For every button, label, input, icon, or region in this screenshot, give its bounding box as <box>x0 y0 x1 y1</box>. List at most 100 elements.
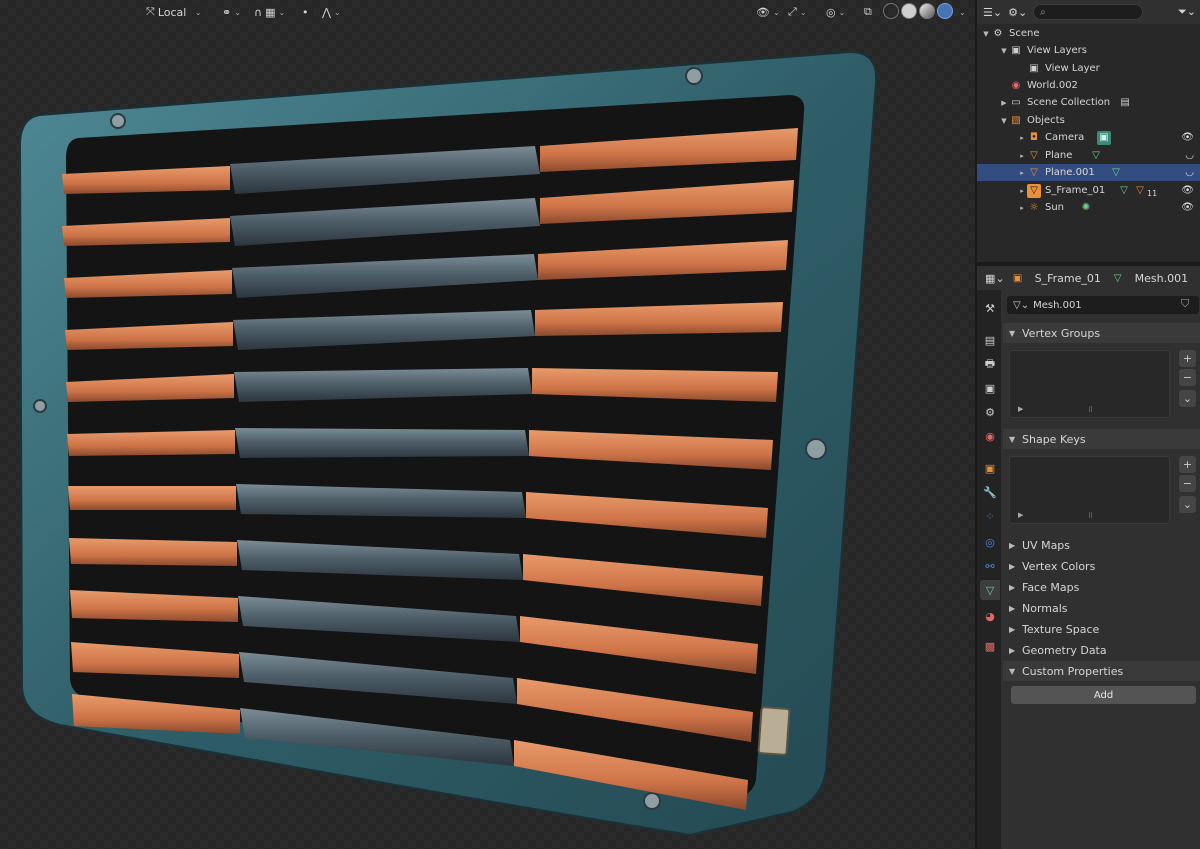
eye-icon[interactable]: 👁 <box>1181 185 1194 196</box>
tool-tab-icon[interactable]: ⚒ <box>980 298 1000 318</box>
panel-texture-space[interactable]: ▶ Texture Space <box>1003 619 1200 639</box>
eye-icon[interactable]: 👁 <box>1181 132 1194 143</box>
shape-key-specials-button[interactable]: ⌄ <box>1179 496 1196 513</box>
expand-down-icon[interactable]: ▼ <box>999 117 1009 125</box>
add-shape-key-button[interactable]: + <box>1179 456 1196 473</box>
outliner-row-plane[interactable]: ▸ ▽ Plane ▽ ◡ <box>977 147 1200 164</box>
remove-vertex-group-button[interactable]: − <box>1179 369 1196 386</box>
output-tab-icon[interactable]: 🖶 <box>980 354 1000 374</box>
particles-tab-icon[interactable]: ⁘ <box>980 506 1000 526</box>
constraints-tab-icon[interactable]: ⚯ <box>980 556 1000 576</box>
mesh-icon: ▽ <box>1030 150 1038 161</box>
display-mode-icon[interactable]: ⚙⌄ <box>1008 6 1027 19</box>
outliner-row-camera[interactable]: ▸ ◘ Camera ▣ 👁 <box>977 129 1200 146</box>
mesh-datablock-field[interactable]: ▽⌄ Mesh.001 <box>1007 296 1199 314</box>
list-expand-icon[interactable]: ▶ <box>1018 405 1023 413</box>
editor-type-icon[interactable]: ☰⌄ <box>983 6 1002 19</box>
list-expand-icon[interactable]: ▶ <box>1018 511 1023 519</box>
shading-options-dropdown[interactable]: ⌄ <box>955 3 970 21</box>
visibility-dropdown[interactable]: 👁 ⌄ <box>752 3 784 21</box>
outliner-row-view-layer[interactable]: ▣ View Layer <box>977 60 1200 77</box>
panel-normals[interactable]: ▶ Normals <box>1003 598 1200 618</box>
expand-right-icon[interactable]: ▸ <box>1017 134 1027 142</box>
panel-title: Shape Keys <box>1022 432 1086 446</box>
outliner-search-input[interactable]: ⌕ <box>1033 4 1144 20</box>
panel-vertex-colors[interactable]: ▶ Vertex Colors <box>1003 556 1200 576</box>
vent-model[interactable] <box>0 0 975 849</box>
modifier-tab-icon[interactable]: 🔧 <box>980 482 1000 502</box>
transform-orientation-dropdown[interactable]: ⤧ Local ⌄ <box>142 3 206 21</box>
panel-title: Custom Properties <box>1022 664 1124 678</box>
expand-right-icon[interactable]: ▸ <box>1017 169 1027 177</box>
render-tab-icon[interactable]: ▤ <box>980 330 1000 350</box>
rendered-shading-icon[interactable] <box>937 3 953 19</box>
outliner-row-view-layers[interactable]: ▼ ▣ View Layers <box>977 42 1200 59</box>
physics-tab-icon[interactable]: ◎ <box>980 532 1000 552</box>
resize-grip-icon[interactable]: ⠿ <box>1088 406 1093 414</box>
view-layer-tab-icon[interactable]: ▣ <box>980 378 1000 398</box>
shape-keys-list[interactable]: ▶ ⠿ <box>1009 456 1170 524</box>
expand-down-icon[interactable]: ▼ <box>981 30 991 38</box>
expand-right-icon[interactable]: ▸ <box>1017 152 1027 160</box>
outliner-row-scene-collection[interactable]: ▶ ▭ Scene Collection ▤ <box>977 94 1200 111</box>
outliner-row-s-frame-01[interactable]: ▸ ▽ S_Frame_01 ▽ ▽ 11 👁 <box>977 182 1200 199</box>
collection-icon: ▭ <box>1011 97 1021 108</box>
outliner-row-sun[interactable]: ▸ ☼ Sun ✺ 👁 <box>977 199 1200 216</box>
wireframe-shading-icon[interactable] <box>883 3 899 19</box>
panel-geometry-data[interactable]: ▶ Geometry Data <box>1003 640 1200 660</box>
panel-custom-properties[interactable]: ▼ Custom Properties <box>1003 661 1200 681</box>
expand-right-icon[interactable]: ▸ <box>1017 187 1027 195</box>
material-tab-icon[interactable]: ◕ <box>980 606 1000 626</box>
fake-user-shield-icon[interactable]: ⛉ <box>1181 297 1189 311</box>
transform-orientation-label: Local <box>157 5 187 19</box>
properties-editor[interactable]: ▦⌄ ▣ S_Frame_01 ▽ Mesh.001 ⚒ ▤ 🖶 ▣ ⚙ ◉ ▣… <box>977 266 1200 849</box>
eye-icon[interactable]: 👁 <box>1181 202 1194 213</box>
id-plate <box>757 706 791 756</box>
panel-uv-maps[interactable]: ▶ UV Maps <box>1003 535 1200 555</box>
eye-closed-icon[interactable]: ◡ <box>1185 150 1194 161</box>
vertex-groups-list[interactable]: ▶ ⠿ <box>1009 350 1170 418</box>
solid-shading-icon[interactable] <box>901 3 917 19</box>
3d-viewport[interactable]: ⤧ Local ⌄ ⚭ ⌄ ∩ ▦ ⌄ • ⋀ ⌄ 👁 ⌄ ⤢ ⌄ ◎ ⌄ ⧉ … <box>0 0 975 849</box>
pivot-point-dropdown[interactable]: ⚭ ⌄ <box>218 3 245 21</box>
eye-closed-icon[interactable]: ◡ <box>1185 167 1194 178</box>
editor-type-icon[interactable]: ▦⌄ <box>985 272 1005 285</box>
mesh-icon: ▽ <box>1027 183 1041 198</box>
expand-right-icon[interactable]: ▸ <box>1017 204 1027 212</box>
filter-icon[interactable]: ⏷⌄ <box>1178 5 1196 19</box>
vertex-group-specials-button[interactable]: ⌄ <box>1179 390 1196 407</box>
outliner-row-label: Sun <box>1045 202 1065 213</box>
chevron-down-icon: ⌄ <box>772 7 780 17</box>
overlays-dropdown[interactable]: ◎ ⌄ <box>822 3 849 21</box>
xray-toggle[interactable]: ⧉ <box>860 3 876 21</box>
mesh-data-tab-icon[interactable]: ▽ <box>980 580 1000 600</box>
outliner-row-label: Scene Collection <box>1027 97 1111 108</box>
remove-shape-key-button[interactable]: − <box>1179 475 1196 492</box>
snap-dropdown[interactable]: ∩ ▦ ⌄ <box>250 3 290 21</box>
texture-tab-icon[interactable]: ▩ <box>980 636 1000 656</box>
proportional-falloff-dropdown[interactable]: ⋀ ⌄ <box>318 3 345 21</box>
world-tab-icon[interactable]: ◉ <box>980 426 1000 446</box>
chevron-down-icon: ⌄ <box>799 7 807 17</box>
expand-right-icon[interactable]: ▶ <box>999 99 1009 107</box>
proportional-dot-icon: • <box>302 5 309 19</box>
gizmo-dropdown[interactable]: ⤢ ⌄ <box>784 3 811 21</box>
object-tab-icon[interactable]: ▣ <box>980 458 1000 478</box>
overlays-icon: ◎ <box>826 5 836 19</box>
outliner-row-world[interactable]: ◉ World.002 <box>977 77 1200 94</box>
expand-down-icon[interactable]: ▼ <box>999 47 1009 55</box>
add-custom-property-button[interactable]: Add <box>1011 686 1196 704</box>
panel-vertex-groups[interactable]: ▼ Vertex Groups <box>1003 323 1200 343</box>
outliner-row-scene[interactable]: ▼ ⚙ Scene <box>977 25 1200 42</box>
resize-grip-icon[interactable]: ⠿ <box>1088 512 1093 520</box>
outliner[interactable]: ☰⌄ ⚙⌄ ⌕ ⏷⌄ ▼ ⚙ Scene ▼ ▣ View Layers ▣ V… <box>977 0 1200 262</box>
material-preview-icon[interactable] <box>919 3 935 19</box>
add-vertex-group-button[interactable]: + <box>1179 350 1196 367</box>
modifier-icon: ▽ <box>1136 185 1144 196</box>
proportional-editing-toggle[interactable]: • <box>298 3 313 21</box>
panel-shape-keys[interactable]: ▼ Shape Keys <box>1003 429 1200 449</box>
outliner-row-plane-001[interactable]: ▸ ▽ Plane.001 ▽ ◡ <box>977 164 1200 181</box>
panel-face-maps[interactable]: ▶ Face Maps <box>1003 577 1200 597</box>
scene-tab-icon[interactable]: ⚙ <box>980 402 1000 422</box>
outliner-row-objects[interactable]: ▼ ▧ Objects <box>977 112 1200 129</box>
